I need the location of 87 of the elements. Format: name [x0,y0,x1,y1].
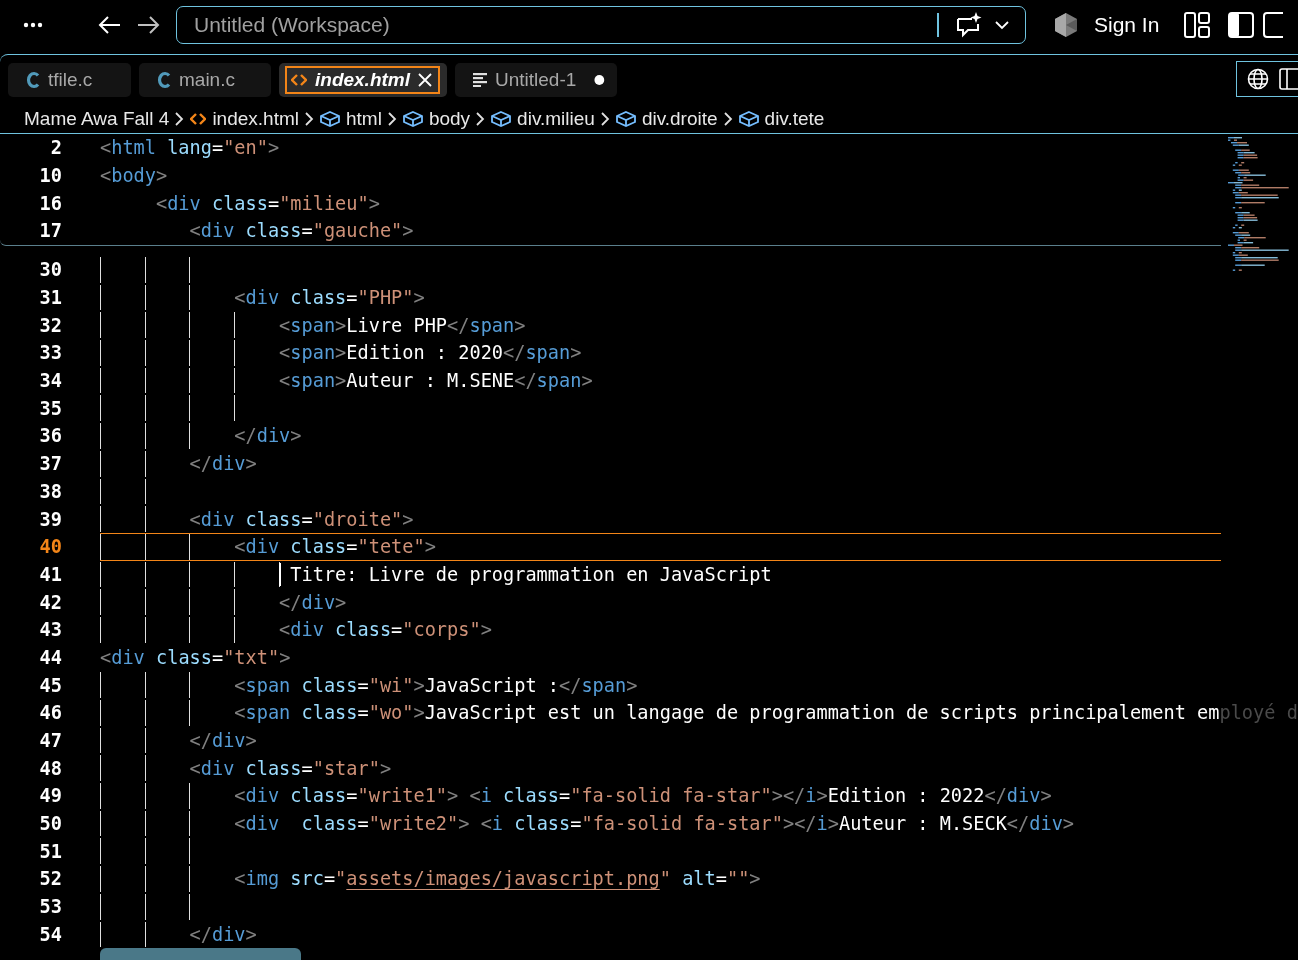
line-number: 48 [38,757,62,779]
unsaved-dot-icon [594,74,605,86]
split-editor-icon[interactable] [1279,68,1298,90]
code-line: <span>Auteur : M.SENE</span> [278,370,593,392]
text-lines-icon [473,73,487,87]
code-line: </div> [188,923,257,945]
cube-icon [615,111,636,127]
breadcrumb-item[interactable]: div.milieu [517,108,595,130]
chevron-right-icon [175,112,185,126]
code-line: <div class="corps"> [278,619,492,641]
line-number: 10 [38,165,62,187]
code-line: <span class="wo">JavaScript est un langage de programmation de scripts principalement employé d [233,702,1298,724]
cube-icon [402,111,423,127]
code-line: Titre: Livre de programmation en JavaScript [289,563,772,585]
line-number: 33 [38,342,62,364]
code-line: </div> [188,453,257,475]
line-number: 2 [49,137,62,159]
line-number: 46 [38,702,62,724]
breadcrumb-item[interactable]: html [346,108,382,130]
line-number: 47 [38,730,62,752]
breadcrumb-item[interactable]: index.html [212,108,299,130]
breadcrumb-item[interactable]: body [428,108,471,130]
code-line: </div> [188,730,257,752]
code-line: <div class="droite"> [188,508,414,530]
breadcrumb-item[interactable]: div.tete [764,108,825,130]
line-number: 30 [38,259,62,281]
code-line: <div class="write1"> <i class="fa-solid fa-star"></i>Edition : 2022</div> [233,785,1052,807]
line-number: 50 [38,813,62,835]
line-number: 52 [38,868,62,890]
editor-tab[interactable]: tfile.c [8,63,131,97]
sticky-code-line: <body> [100,165,168,187]
chevron-right-icon [723,112,733,126]
command-center-field[interactable]: Untitled (Workspace) [176,6,1026,44]
line-number: 45 [38,674,62,696]
line-number: 35 [38,397,62,419]
c-file-icon [26,71,40,89]
line-number: 42 [38,591,62,613]
line-number: 49 [38,785,62,807]
sticky-code-line: <html lang="en"> [100,137,280,159]
cube-icon [491,111,512,127]
code-line: <span>Livre PHP</span> [278,314,526,336]
code-line: <div class="PHP"> [233,287,425,309]
chevron-right-icon [600,112,610,126]
line-number: 54 [38,923,62,945]
line-number: 51 [38,840,62,862]
code-line: <span class="wi">JavaScript :</span> [233,674,638,696]
editor-tab[interactable]: index.html [279,63,447,97]
line-number: 41 [38,563,62,585]
line-number: 36 [38,425,62,447]
chevron-right-icon [305,112,314,126]
code-icon [291,73,307,87]
sticky-code-line: <div class="gauche"> [188,220,414,242]
code-line: <img src="assets/images/javascript.png" alt=""> [233,868,761,890]
line-number: 31 [38,287,62,309]
code-line: <div class="write2"> <i class="fa-solid fa-star"></i>Auteur : M.SECK</div> [233,813,1075,835]
line-number: 40 [38,536,62,558]
editor-tab[interactable]: main.c [139,63,271,97]
line-number: 34 [38,370,62,392]
chevron-right-icon [476,112,486,126]
line-number: 39 [38,508,62,530]
code-line: <div class="txt"> [100,646,291,668]
sticky-code-line: <div class="milieu"> [154,192,380,214]
line-number: 53 [38,896,62,918]
code-icon [190,112,207,126]
editor-tab[interactable]: Untitled-1 [455,63,617,97]
c-file-icon [157,71,171,89]
sign-in-button[interactable]: Sign In [1094,13,1160,37]
cube-icon [738,111,759,127]
globe-icon[interactable] [1247,68,1269,90]
breadcrumb-item[interactable]: div.droite [641,108,718,130]
line-number: 38 [38,480,62,502]
code-line: <div class="tete"> [233,536,436,558]
line-number: 32 [38,314,62,336]
cube-icon [320,111,340,127]
line-number: 16 [38,192,62,214]
code-line: <span>Edition : 2020</span> [278,342,582,364]
code-line: </div> [233,425,302,447]
code-line: <div class="star"> [188,757,392,779]
scrollbar-thumb[interactable] [100,948,301,960]
line-number: 17 [38,220,62,242]
close-icon[interactable] [418,73,432,87]
line-number: 44 [38,646,62,668]
breadcrumb-item[interactable]: Mame Awa Fall 4 [24,108,170,130]
line-number: 37 [38,453,62,475]
chevron-right-icon [387,112,397,126]
line-number: 43 [38,619,62,641]
code-line: </div> [278,591,347,613]
